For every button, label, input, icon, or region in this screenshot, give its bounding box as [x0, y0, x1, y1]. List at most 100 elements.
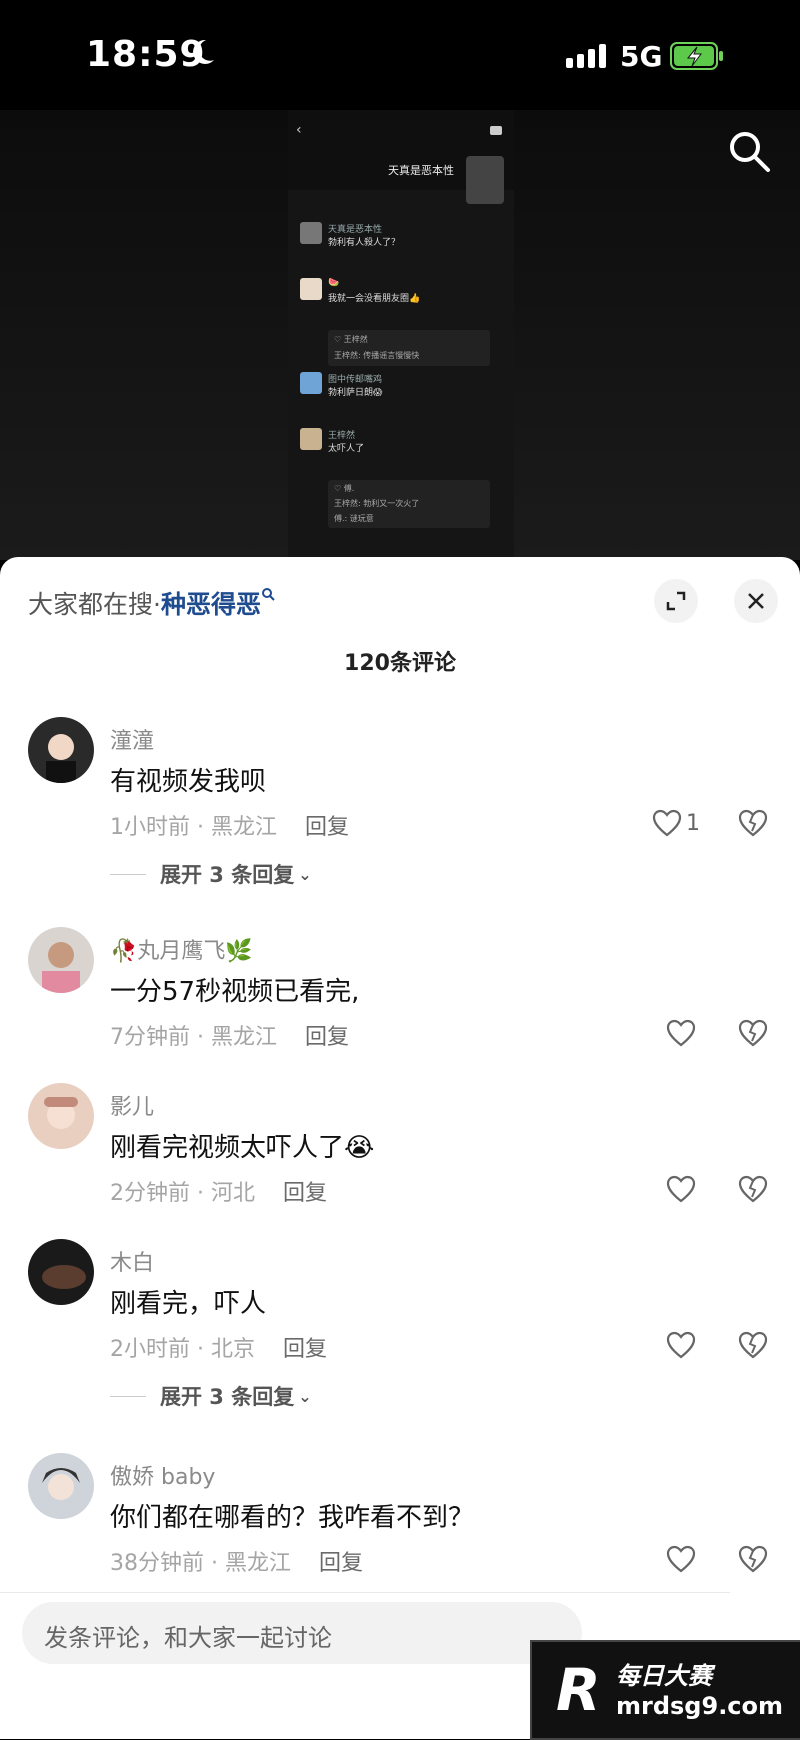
- comment-author[interactable]: 木白: [110, 1245, 154, 1277]
- expand-label: 展开 3 条回复: [160, 1385, 295, 1409]
- preview-name: 天真是恶本性: [328, 225, 383, 235]
- trending-term[interactable]: 种恶得恶: [161, 590, 261, 619]
- preview-title: 天真是恶本性: [388, 164, 454, 177]
- like-button[interactable]: 1: [652, 809, 700, 837]
- comment-text: 一分57秒视频已看完,: [110, 977, 360, 1007]
- trending-label: 大家都在搜·: [28, 590, 161, 619]
- preview-avatar-small: [300, 222, 322, 244]
- preview-avatar: [466, 156, 504, 204]
- heart-icon: [666, 1331, 696, 1359]
- broken-heart-icon[interactable]: [738, 1331, 768, 1359]
- expand-line: [110, 1395, 146, 1397]
- trending-search[interactable]: 大家都在搜·种恶得恶: [28, 585, 275, 621]
- expand-label: 展开 3 条回复: [160, 863, 295, 887]
- preview-reply-box: ♡ 傅. 王梓然: 勃利又一次火了 傅.: 谜玩意: [328, 480, 490, 528]
- expand-icon: [666, 591, 686, 611]
- broken-heart-icon[interactable]: [738, 1175, 768, 1203]
- preview-text: 我就一会没看朋友圈👍: [328, 294, 421, 304]
- comment-author[interactable]: 🥀丸月鹰飞🌿: [110, 933, 253, 965]
- like-button[interactable]: [666, 1019, 696, 1047]
- avatar[interactable]: [28, 717, 94, 783]
- watermark-site-name: 每日大赛: [616, 1662, 712, 1690]
- preview-reply-line: ♡ 王梓然: [334, 335, 368, 344]
- avatar[interactable]: [28, 1083, 94, 1149]
- comment-time: 38分钟前 · 黑龙江: [110, 1551, 291, 1576]
- camera-icon: [490, 126, 502, 135]
- chevron-down-icon: ⌄: [298, 1386, 312, 1406]
- back-arrow-icon: ‹: [296, 122, 302, 138]
- do-not-disturb-moon-icon: [193, 39, 214, 64]
- comment-input[interactable]: 发条评论，和大家一起讨论: [22, 1602, 582, 1664]
- expand-line: [110, 873, 146, 875]
- like-button[interactable]: [666, 1331, 696, 1359]
- comment-meta: 7分钟前 · 黑龙江 回复: [110, 1019, 349, 1051]
- preview-text: 太吓人了: [328, 444, 365, 454]
- like-count: 1: [686, 810, 700, 836]
- heart-icon: [666, 1545, 696, 1573]
- comment-meta: 2分钟前 · 河北 回复: [110, 1175, 327, 1207]
- expand-replies-button[interactable]: 展开 3 条回复 ⌄: [110, 859, 312, 889]
- comment-text: 刚看完视频太吓人了😭: [110, 1133, 375, 1163]
- preview-reply-line: ♡ 傅.: [334, 484, 355, 493]
- close-button[interactable]: [734, 579, 778, 623]
- preview-avatar-small: [300, 372, 322, 394]
- avatar[interactable]: [28, 1239, 94, 1305]
- reply-button[interactable]: 回复: [305, 815, 349, 840]
- comment-meta: 38分钟前 · 黑龙江 回复: [110, 1545, 363, 1577]
- heart-icon: [652, 809, 682, 837]
- watermark-logo: R 每日大赛 mrdsg9.com: [530, 1640, 800, 1740]
- like-button[interactable]: [666, 1175, 696, 1203]
- leaf-icon: 🌿: [225, 939, 253, 964]
- preview-text: 勃利有人殺人了？: [328, 238, 401, 248]
- comment-author[interactable]: 傲娇 baby: [110, 1459, 215, 1491]
- avatar[interactable]: [28, 1453, 94, 1519]
- author-name: 丸月鹰飞: [137, 939, 226, 964]
- rose-icon: 🥀: [110, 939, 138, 964]
- input-divider: [0, 1592, 730, 1593]
- comment-author[interactable]: 潼潼: [110, 723, 154, 755]
- comment-meta: 1小时前 · 黑龙江 回复: [110, 809, 349, 841]
- broken-heart-icon[interactable]: [738, 1019, 768, 1047]
- preview-name: 王梓然: [328, 431, 356, 441]
- comments-sheet: 大家都在搜·种恶得恶 120条评论 潼潼 有视频发我呗 1小时前 · 黑龙江 回复…: [0, 557, 800, 1739]
- chevron-down-icon: ⌄: [298, 864, 312, 884]
- heart-icon: [666, 1175, 696, 1203]
- search-icon[interactable]: [726, 128, 772, 174]
- close-icon: [748, 593, 764, 609]
- comment-meta: 2小时前 · 北京 回复: [110, 1331, 327, 1363]
- preview-reply-line: 王梓然: 传播谣言慢慢快: [334, 351, 420, 360]
- network-type: 5G: [620, 40, 663, 73]
- preview-name: 🍉: [328, 278, 340, 288]
- comment-text: 刚看完，吓人: [110, 1289, 267, 1319]
- video-preview[interactable]: ‹ 天真是恶本性 天真是恶本性 勃利有人殺人了？ 🍉 我就一会没看朋友圈👍 ♡ …: [0, 110, 800, 560]
- preview-reply-box: ♡ 王梓然 王梓然: 传播谣言慢慢快: [328, 330, 490, 366]
- comment-author[interactable]: 影儿: [110, 1089, 154, 1121]
- broken-heart-icon[interactable]: [738, 809, 768, 837]
- comment-time: 7分钟前 · 黑龙江: [110, 1025, 277, 1050]
- preview-reply-line: 傅.: 谜玩意: [334, 514, 374, 523]
- reply-button[interactable]: 回复: [283, 1337, 327, 1362]
- reply-button[interactable]: 回复: [319, 1551, 363, 1576]
- like-button[interactable]: [666, 1545, 696, 1573]
- comment-time: 2小时前 · 北京: [110, 1337, 255, 1362]
- heart-icon: [666, 1019, 696, 1047]
- preview-avatar-small: [300, 278, 322, 300]
- status-bar: 18:59 5G: [0, 0, 800, 110]
- watermark-r: R: [556, 1656, 601, 1724]
- comment-count: 120条评论: [344, 651, 456, 676]
- screenshot-in-video: ‹ 天真是恶本性 天真是恶本性 勃利有人殺人了？ 🍉 我就一会没看朋友圈👍 ♡ …: [288, 110, 514, 560]
- battery-charging-icon: [670, 42, 723, 70]
- comment-time: 2分钟前 · 河北: [110, 1181, 255, 1206]
- expand-button[interactable]: [654, 579, 698, 623]
- avatar[interactable]: [28, 927, 94, 993]
- preview-avatar-small: [300, 428, 322, 450]
- reply-button[interactable]: 回复: [305, 1025, 349, 1050]
- reply-button[interactable]: 回复: [283, 1181, 327, 1206]
- preview-text: 勃利萨日朗😱: [328, 388, 383, 398]
- expand-replies-button[interactable]: 展开 3 条回复 ⌄: [110, 1381, 312, 1411]
- search-small-icon: [261, 588, 275, 601]
- broken-heart-icon[interactable]: [738, 1545, 768, 1573]
- comment-input-placeholder: 发条评论，和大家一起讨论: [44, 1624, 332, 1652]
- preview-reply-line: 王梓然: 勃利又一次火了: [334, 499, 420, 508]
- signal-strength-icon: [566, 44, 606, 68]
